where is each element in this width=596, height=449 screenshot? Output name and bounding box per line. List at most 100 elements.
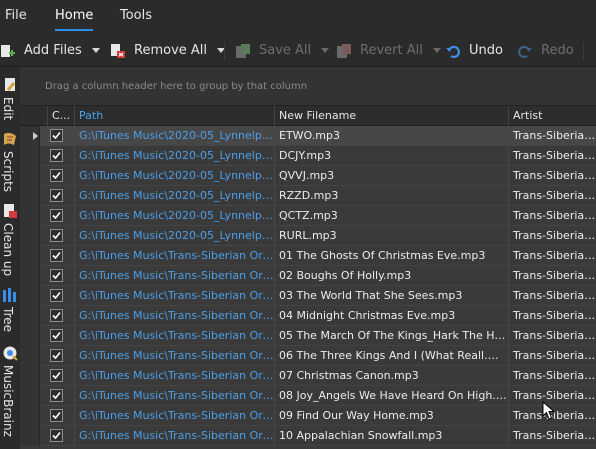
row-indicator[interactable]: [20, 126, 40, 146]
row-checkbox[interactable]: [50, 249, 63, 262]
remove-all-button[interactable]: Remove All: [110, 34, 226, 67]
artist-cell[interactable]: Trans-Siberian O: [508, 206, 596, 226]
row-indicator[interactable]: [20, 226, 40, 246]
row-indicator[interactable]: [20, 326, 40, 346]
table-row[interactable]: G:\iTunes Music\Trans-Siberian Orc... 08 …: [20, 386, 596, 406]
path-cell[interactable]: G:\iTunes Music\Trans-Siberian Orc...: [74, 246, 274, 266]
row-indicator[interactable]: [20, 166, 40, 186]
row-checkbox[interactable]: [50, 369, 63, 382]
artist-cell[interactable]: Trans-Siberian O: [508, 226, 596, 246]
side-tab-scripts[interactable]: Scripts: [0, 129, 20, 199]
path-cell[interactable]: G:\iTunes Music\2020-05_Lynnelpo...: [74, 126, 274, 146]
table-row[interactable]: G:\iTunes Music\Trans-Siberian Orc... 05 …: [20, 326, 596, 346]
menu-home[interactable]: Home: [55, 8, 93, 23]
new-filename-cell[interactable]: DCJY.mp3: [274, 146, 508, 166]
row-indicator[interactable]: [20, 346, 40, 366]
table-row[interactable]: G:\iTunes Music\Trans-Siberian Orc... 01 …: [20, 246, 596, 266]
artist-cell[interactable]: Trans-Siberian O: [508, 166, 596, 186]
row-checkbox[interactable]: [50, 309, 63, 322]
add-files-button[interactable]: Add Files: [0, 34, 100, 67]
side-tab-tree[interactable]: Tree: [0, 285, 20, 337]
row-indicator[interactable]: [20, 366, 40, 386]
artist-cell[interactable]: Trans-Siberian O: [508, 366, 596, 386]
menu-file[interactable]: File: [5, 8, 27, 23]
table-row[interactable]: G:\iTunes Music\Trans-Siberian Orc... 04 …: [20, 306, 596, 326]
redo-button[interactable]: Redo: [517, 34, 574, 67]
column-header-path[interactable]: Path: [74, 106, 274, 126]
table-row[interactable]: G:\iTunes Music\Trans-Siberian Orc... 07 …: [20, 366, 596, 386]
new-filename-cell[interactable]: 05 The March Of The Kings_Hark The H.m..…: [274, 326, 508, 346]
side-tab-edit[interactable]: Edit: [0, 75, 20, 127]
artist-cell[interactable]: Trans-Siberian O: [508, 306, 596, 326]
new-filename-cell[interactable]: 09 Find Our Way Home.mp3: [274, 406, 508, 426]
new-filename-cell[interactable]: ETWO.mp3: [274, 126, 508, 146]
new-filename-cell[interactable]: 08 Joy_Angels We Have Heard On High.m...: [274, 386, 508, 406]
artist-cell[interactable]: Trans-Siberian O: [508, 186, 596, 206]
path-cell[interactable]: G:\iTunes Music\2020-05_Lynnelpo...: [74, 206, 274, 226]
row-checkbox[interactable]: [50, 349, 63, 362]
table-row[interactable]: G:\iTunes Music\2020-05_Lynnelpo... QVVJ.…: [20, 166, 596, 186]
path-cell[interactable]: G:\iTunes Music\Trans-Siberian Orc...: [74, 386, 274, 406]
column-header-artist[interactable]: Artist: [508, 106, 596, 126]
row-checkbox[interactable]: [50, 429, 63, 442]
column-header-new-filename[interactable]: New Filename: [274, 106, 508, 126]
artist-cell[interactable]: Trans-Siberian O: [508, 426, 596, 446]
new-filename-cell[interactable]: QVVJ.mp3: [274, 166, 508, 186]
table-row[interactable]: G:\iTunes Music\Trans-Siberian Orc... 10 …: [20, 426, 596, 446]
table-row[interactable]: G:\iTunes Music\2020-05_Lynnelpo... RURL.…: [20, 226, 596, 246]
row-indicator[interactable]: [20, 266, 40, 286]
menu-tools[interactable]: Tools: [120, 8, 152, 23]
new-filename-cell[interactable]: 07 Christmas Canon.mp3: [274, 366, 508, 386]
artist-cell[interactable]: Trans-Siberian O: [508, 266, 596, 286]
new-filename-cell[interactable]: 01 The Ghosts Of Christmas Eve.mp3: [274, 246, 508, 266]
artist-cell[interactable]: Trans-Siberian O: [508, 346, 596, 366]
path-cell[interactable]: G:\iTunes Music\Trans-Siberian Orc...: [74, 406, 274, 426]
row-checkbox[interactable]: [50, 389, 63, 402]
path-cell[interactable]: G:\iTunes Music\Trans-Siberian Orc...: [74, 266, 274, 286]
path-cell[interactable]: G:\iTunes Music\2020-05_Lynnelpo...: [74, 186, 274, 206]
row-checkbox[interactable]: [50, 149, 63, 162]
artist-cell[interactable]: Trans-Siberian O: [508, 146, 596, 166]
artist-cell[interactable]: Trans-Siberian O: [508, 326, 596, 346]
row-checkbox[interactable]: [50, 129, 63, 142]
row-checkbox[interactable]: [50, 409, 63, 422]
row-checkbox[interactable]: [50, 269, 63, 282]
artist-cell[interactable]: Trans-Siberian O: [508, 126, 596, 146]
chevron-down-icon[interactable]: [321, 48, 330, 53]
row-indicator[interactable]: [20, 146, 40, 166]
path-cell[interactable]: G:\iTunes Music\Trans-Siberian Orc...: [74, 326, 274, 346]
row-checkbox[interactable]: [50, 229, 63, 242]
revert-all-button[interactable]: Revert All: [336, 34, 441, 67]
new-filename-cell[interactable]: QCTZ.mp3: [274, 206, 508, 226]
table-row[interactable]: G:\iTunes Music\Trans-Siberian Orc... 02 …: [20, 266, 596, 286]
path-cell[interactable]: G:\iTunes Music\2020-05_Lynnelpo...: [74, 226, 274, 246]
new-filename-cell[interactable]: 02 Boughs Of Holly.mp3: [274, 266, 508, 286]
artist-cell[interactable]: Trans-Siberian O: [508, 286, 596, 306]
group-by-panel[interactable]: Drag a column header here to group by th…: [20, 67, 596, 106]
table-row[interactable]: G:\iTunes Music\2020-05_Lynnelpo... ETWO.…: [20, 126, 596, 146]
undo-button[interactable]: Undo: [445, 34, 503, 67]
path-cell[interactable]: G:\iTunes Music\Trans-Siberian Orc...: [74, 426, 274, 446]
path-cell[interactable]: G:\iTunes Music\Trans-Siberian Orc...: [74, 286, 274, 306]
column-header-check[interactable]: C...: [47, 106, 73, 126]
row-indicator[interactable]: [20, 246, 40, 266]
save-all-button[interactable]: Save All: [235, 34, 330, 67]
new-filename-cell[interactable]: RURL.mp3: [274, 226, 508, 246]
table-row[interactable]: G:\iTunes Music\2020-05_Lynnelpo... RZZD.…: [20, 186, 596, 206]
row-checkbox[interactable]: [50, 289, 63, 302]
row-indicator[interactable]: [20, 186, 40, 206]
row-indicator[interactable]: [20, 426, 40, 446]
path-cell[interactable]: G:\iTunes Music\2020-05_Lynnelpo...: [74, 146, 274, 166]
path-cell[interactable]: G:\iTunes Music\Trans-Siberian Orc...: [74, 306, 274, 326]
artist-cell[interactable]: Trans-Siberian O: [508, 246, 596, 266]
new-filename-cell[interactable]: RZZD.mp3: [274, 186, 508, 206]
path-cell[interactable]: G:\iTunes Music\Trans-Siberian Orc...: [74, 346, 274, 366]
new-filename-cell[interactable]: 03 The World That She Sees.mp3: [274, 286, 508, 306]
path-cell[interactable]: G:\iTunes Music\2020-05_Lynnelpo...: [74, 166, 274, 186]
side-tab-musicbrainz[interactable]: MusicBrainz: [0, 343, 20, 443]
table-row[interactable]: G:\iTunes Music\2020-05_Lynnelpo... DCJY.…: [20, 146, 596, 166]
row-checkbox[interactable]: [50, 169, 63, 182]
row-checkbox[interactable]: [50, 209, 63, 222]
table-row[interactable]: G:\iTunes Music\Trans-Siberian Orc... 03 …: [20, 286, 596, 306]
row-indicator[interactable]: [20, 406, 40, 426]
